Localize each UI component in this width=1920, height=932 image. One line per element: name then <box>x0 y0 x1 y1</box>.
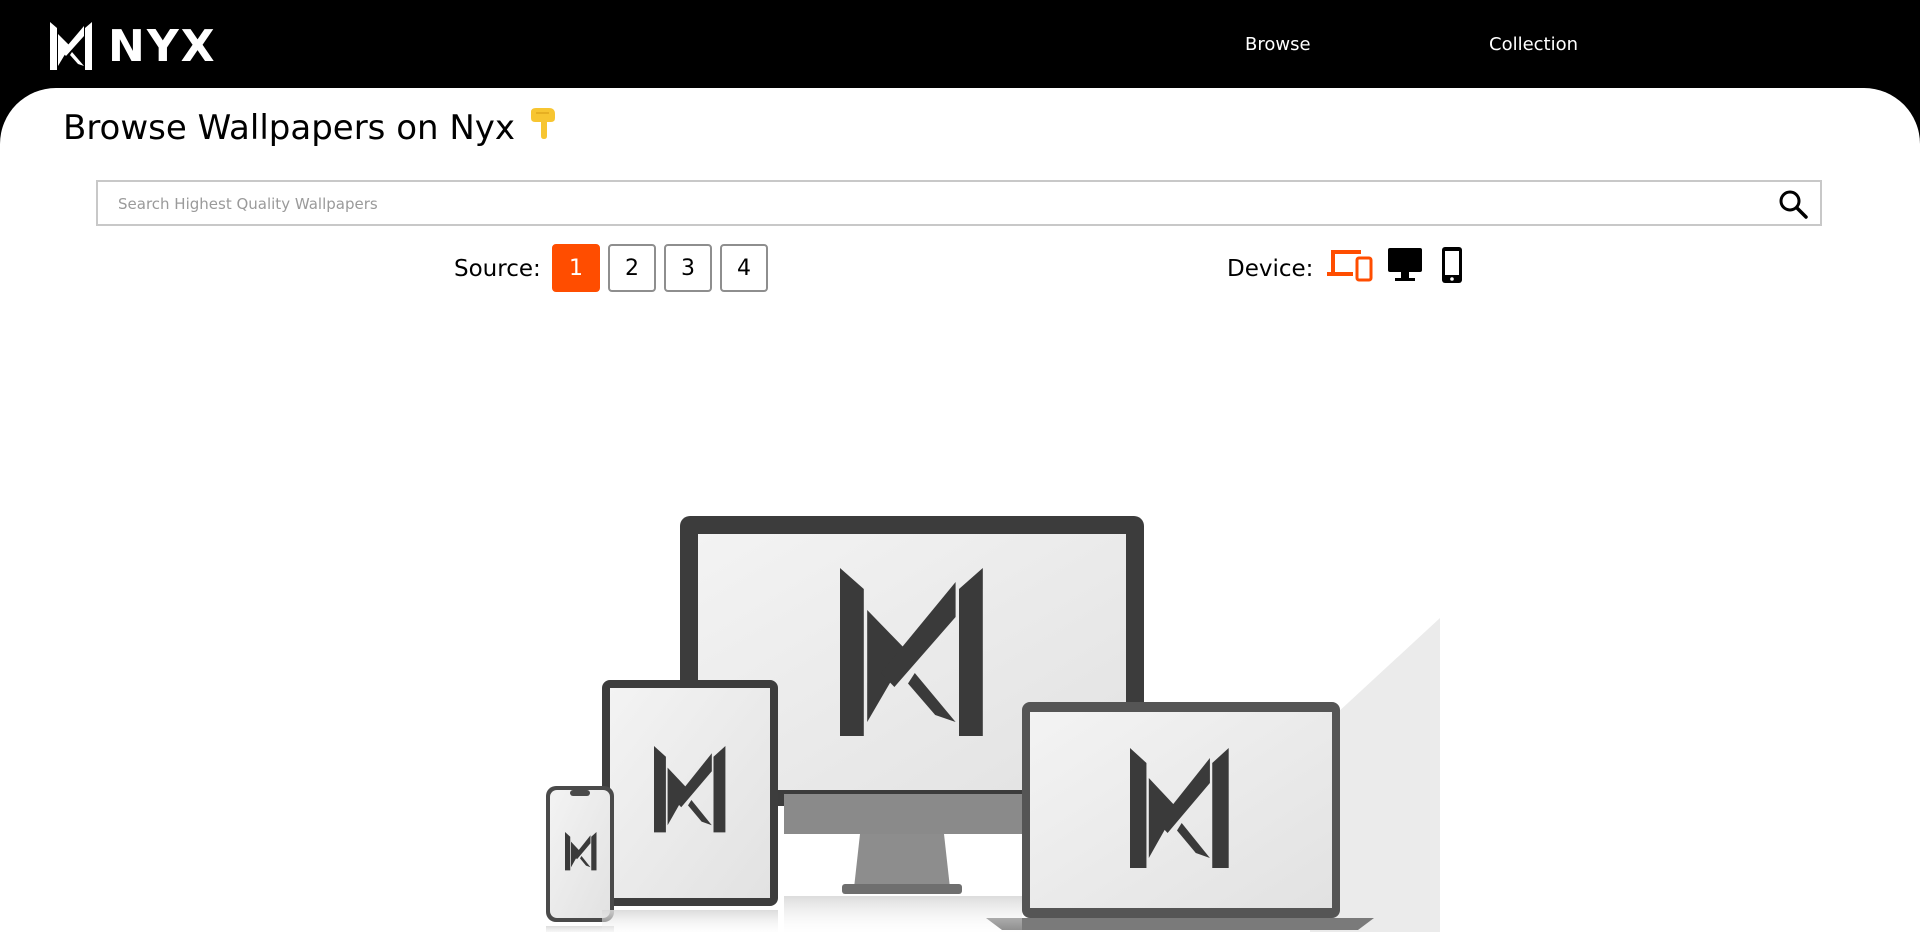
search-bar <box>96 180 1822 226</box>
source-button-3[interactable]: 3 <box>664 244 712 292</box>
source-label: Source: <box>454 256 541 282</box>
main-panel: Browse Wallpapers on Nyx Source: 1 2 3 4… <box>0 88 1920 932</box>
source-button-1[interactable]: 1 <box>552 244 600 292</box>
source-button-4[interactable]: 4 <box>720 244 768 292</box>
brand-logo[interactable]: NYX <box>50 20 217 72</box>
nyx-logo-icon <box>50 22 92 70</box>
page-title: Browse Wallpapers on Nyx <box>63 107 516 148</box>
nav-collection-link[interactable]: Collection <box>1489 34 1578 55</box>
device-label: Device: <box>1227 256 1314 282</box>
multi-device-icon[interactable] <box>1325 246 1373 286</box>
nav-browse-link[interactable]: Browse <box>1245 34 1311 55</box>
devices-illustration <box>530 418 1450 932</box>
brand-name: NYX <box>108 20 217 72</box>
source-button-2[interactable]: 2 <box>608 244 656 292</box>
top-navbar: NYX Browse Collection <box>0 0 1920 100</box>
pointing-down-hand-icon <box>527 106 559 149</box>
phone-icon[interactable] <box>1440 246 1464 288</box>
search-input[interactable] <box>116 182 1760 226</box>
page-title-row: Browse Wallpapers on Nyx <box>63 106 559 149</box>
desktop-icon[interactable] <box>1386 246 1424 288</box>
search-icon[interactable] <box>1778 189 1808 223</box>
